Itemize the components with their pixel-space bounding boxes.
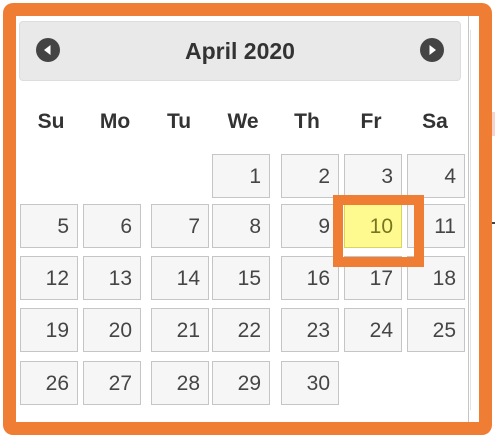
day-cell[interactable]: 23 <box>281 308 339 352</box>
background-mark <box>486 222 495 224</box>
weekday-header-row: Su Mo Tu We Th Fr Sa <box>19 101 467 143</box>
day-cell[interactable]: 15 <box>212 256 270 300</box>
background-accent <box>489 112 495 136</box>
day-cell[interactable]: 7 <box>151 204 209 248</box>
prev-month-button[interactable] <box>36 38 60 62</box>
day-cell[interactable]: 5 <box>20 204 78 248</box>
weekday-label: Th <box>294 110 320 133</box>
day-cell[interactable]: 4 <box>407 154 465 198</box>
datepicker: April 2020 Su Mo Tu We Th Fr Sa 12345678… <box>9 10 469 428</box>
day-cell[interactable]: 27 <box>83 361 141 405</box>
day-cell[interactable]: 8 <box>212 204 270 248</box>
day-cell[interactable]: 24 <box>344 308 402 352</box>
day-cell[interactable]: 25 <box>407 308 465 352</box>
day-cell[interactable]: 16 <box>281 256 339 300</box>
day-cell[interactable]: 20 <box>83 308 141 352</box>
day-cell[interactable]: 19 <box>20 308 78 352</box>
day-cell[interactable]: 21 <box>151 308 209 352</box>
next-month-button[interactable] <box>420 38 444 62</box>
day-cell[interactable]: 30 <box>281 361 339 405</box>
weekday-label: Sa <box>422 110 448 133</box>
day-cell[interactable]: 3 <box>344 154 402 198</box>
day-cell[interactable]: 26 <box>20 361 78 405</box>
weekday-label: Fr <box>360 110 382 133</box>
weekday-label: We <box>227 110 259 133</box>
circle-triangle-east-icon <box>429 45 436 55</box>
day-cell[interactable]: 6 <box>83 204 141 248</box>
day-cell[interactable]: 17 <box>344 256 402 300</box>
day-cell[interactable]: 14 <box>151 256 209 300</box>
day-cell[interactable]: 13 <box>83 256 141 300</box>
weekday-label: Tu <box>166 110 192 133</box>
day-cell[interactable]: 12 <box>20 256 78 300</box>
weekday-label: Mo <box>99 110 131 133</box>
day-cell[interactable]: 29 <box>212 361 270 405</box>
day-cell[interactable]: 28 <box>151 361 209 405</box>
day-cell[interactable]: 9 <box>281 204 339 248</box>
day-cell[interactable]: 22 <box>212 308 270 352</box>
day-cell[interactable]: 10 <box>344 204 402 248</box>
day-cell[interactable]: 11 <box>407 204 465 248</box>
weekday-label: Su <box>37 110 65 133</box>
datepicker-header: April 2020 <box>19 21 461 81</box>
month-year-title: April 2020 <box>185 38 295 64</box>
day-cell[interactable]: 2 <box>281 154 339 198</box>
background-divider <box>470 30 471 410</box>
day-cell[interactable]: 1 <box>212 154 270 198</box>
circle-triangle-west-icon <box>44 45 51 55</box>
day-cell[interactable]: 18 <box>407 256 465 300</box>
